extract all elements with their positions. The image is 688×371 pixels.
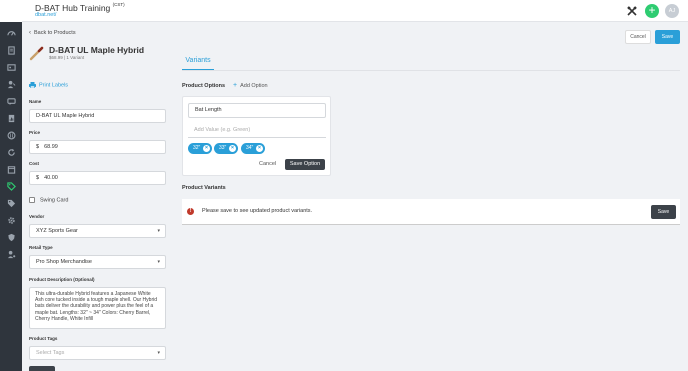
cost-field[interactable]: $40.00 xyxy=(29,171,166,185)
tags-placeholder: Select Tags xyxy=(36,350,65,356)
sidebar xyxy=(0,0,22,371)
settings-icon[interactable] xyxy=(5,214,17,226)
baseball-icon[interactable] xyxy=(5,129,17,141)
retail-type-value: Pro Shop Merchandise xyxy=(36,259,92,265)
chip-label: 33" xyxy=(219,145,227,151)
cost-prefix: $ xyxy=(36,175,40,181)
swing-card-row[interactable]: Swing Card xyxy=(29,197,68,203)
bottom-button[interactable] xyxy=(29,366,55,371)
price-value: 68.99 xyxy=(44,144,58,150)
value-chip: 34" × xyxy=(241,143,265,154)
app-url-link[interactable]: dbat.net/ xyxy=(35,12,56,18)
tabs-divider xyxy=(182,70,680,71)
save-option-button[interactable]: Save Option xyxy=(285,159,325,170)
back-to-products-link[interactable]: ‹ Back to Products xyxy=(29,30,76,36)
tags-label: Product Tags xyxy=(29,336,58,341)
shield-icon[interactable] xyxy=(5,231,17,243)
user-edit-icon[interactable] xyxy=(5,78,17,90)
add-option-label: Add Option xyxy=(240,83,268,89)
speedometer-icon[interactable] xyxy=(5,27,17,39)
retail-type-label: Retail Type xyxy=(29,245,53,250)
book-icon[interactable] xyxy=(5,44,17,56)
price-field[interactable]: $68.99 xyxy=(29,140,166,154)
back-label: Back to Products xyxy=(34,30,76,36)
vendor-label: Vendor xyxy=(29,214,45,219)
name-label: Name xyxy=(29,99,42,104)
chevron-left-icon: ‹ xyxy=(29,30,31,36)
chat-icon[interactable] xyxy=(5,95,17,107)
sidebar-logo-area xyxy=(0,0,22,22)
tools-icon[interactable] xyxy=(627,6,637,16)
swing-card-label: Swing Card xyxy=(40,197,69,204)
value-chip: 32" × xyxy=(188,143,212,154)
tags-select[interactable]: Select Tags ▾ xyxy=(29,346,166,360)
warning-icon: ! xyxy=(187,208,194,215)
avatar[interactable]: AJ xyxy=(665,4,679,18)
product-options-title: Product Options xyxy=(182,83,226,89)
chip-label: 32" xyxy=(193,145,201,151)
chevron-down-icon: ▾ xyxy=(157,350,160,356)
value-chip: 33" × xyxy=(214,143,238,154)
add-option-button[interactable]: + Add Option xyxy=(233,82,268,89)
tags-icon[interactable] xyxy=(5,197,17,209)
user-settings-icon[interactable] xyxy=(5,248,17,260)
plus-icon: + xyxy=(233,82,238,89)
id-card-icon[interactable] xyxy=(5,61,17,73)
remove-chip-icon[interactable]: × xyxy=(256,145,263,152)
cost-label: Cost xyxy=(29,161,39,166)
save-button[interactable]: Save xyxy=(655,30,680,44)
printer-icon xyxy=(29,82,36,89)
variants-save-button[interactable]: Save xyxy=(651,205,676,219)
vendor-select[interactable]: XYZ Sports Gear ▾ xyxy=(29,224,166,238)
price-prefix: $ xyxy=(36,144,40,150)
option-value-input[interactable]: Add Value (e.g. Green) xyxy=(188,124,326,138)
vendor-value: XYZ Sports Gear xyxy=(36,228,78,234)
add-button[interactable]: + xyxy=(645,4,659,18)
option-cancel-button[interactable]: Cancel xyxy=(259,161,276,167)
remove-chip-icon[interactable]: × xyxy=(229,145,236,152)
print-labels-link[interactable]: Print Labels xyxy=(29,82,68,88)
product-variants-title: Product Variants xyxy=(182,185,226,191)
top-bar: D-BAT Hub Training (CST) dbat.net/ + AJ xyxy=(0,0,688,22)
app-timezone: (CST) xyxy=(112,2,125,7)
chevron-down-icon: ▾ xyxy=(157,228,160,234)
chip-label: 34" xyxy=(246,145,254,151)
option-name-field[interactable]: Bat Length xyxy=(188,103,326,118)
remove-chip-icon[interactable]: × xyxy=(203,145,210,152)
product-thumbnail xyxy=(29,45,45,61)
name-field[interactable]: D-BAT UL Maple Hybrid xyxy=(29,109,166,123)
description-label: Product Description (Optional) xyxy=(29,277,95,282)
product-meta: $68.99 | 1 Variant xyxy=(49,55,85,60)
warning-message: Please save to see updated product varia… xyxy=(202,208,313,214)
chevron-down-icon: ▾ xyxy=(157,259,160,265)
print-labels-text: Print Labels xyxy=(39,82,69,89)
retail-type-select[interactable]: Pro Shop Merchandise ▾ xyxy=(29,255,166,269)
description-textarea[interactable]: This ultra-durable Hybrid features a Jap… xyxy=(29,287,166,329)
calendar-icon[interactable] xyxy=(5,163,17,175)
swing-card-checkbox[interactable] xyxy=(29,197,35,203)
cost-value: 40.00 xyxy=(44,175,58,181)
cancel-button[interactable]: Cancel xyxy=(625,30,651,44)
refresh-icon[interactable] xyxy=(5,146,17,158)
tab-variants[interactable]: Variants xyxy=(182,57,214,71)
price-tag-icon[interactable] xyxy=(5,180,17,192)
report-icon[interactable] xyxy=(5,112,17,124)
product-title: D-BAT UL Maple Hybrid xyxy=(49,45,145,55)
price-label: Price xyxy=(29,130,41,135)
